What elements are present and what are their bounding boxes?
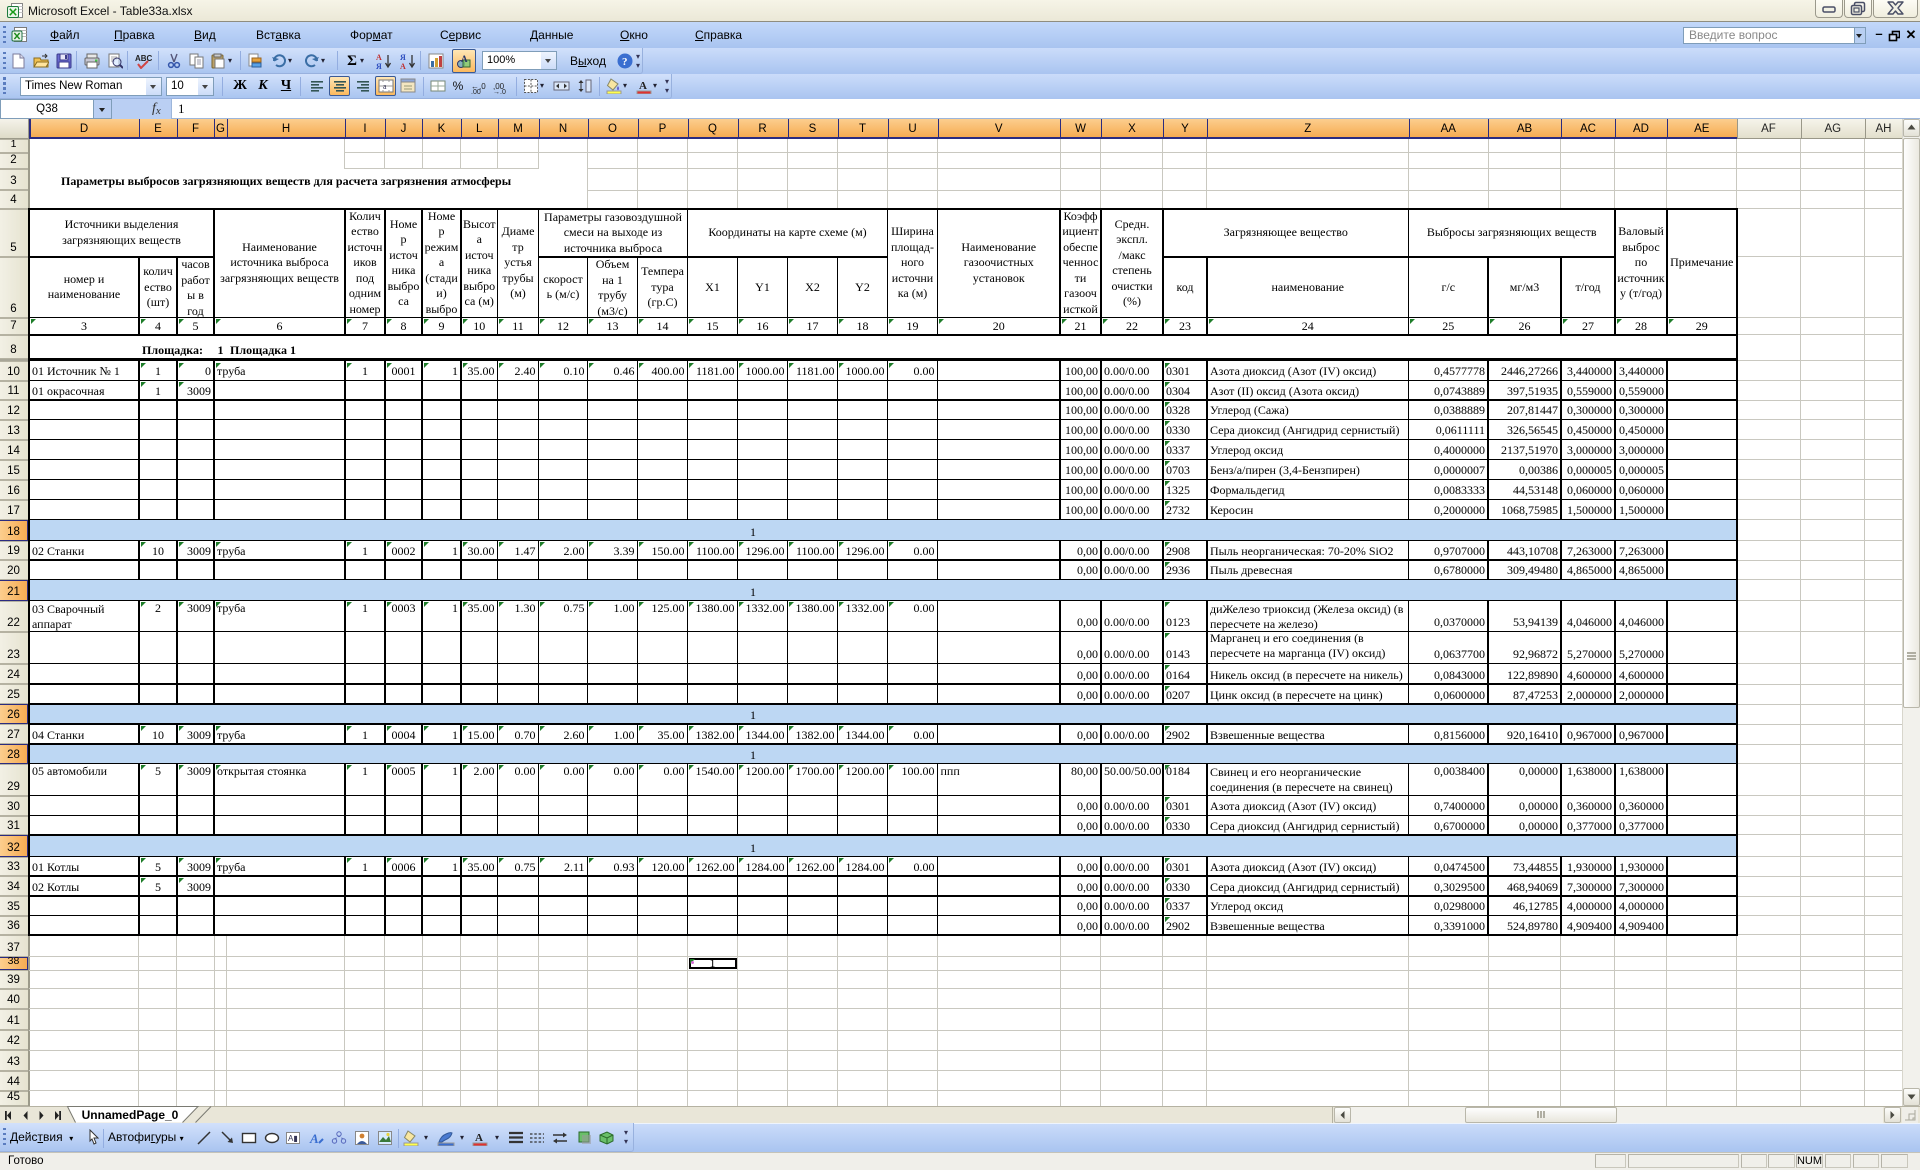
svg-text:ABC: ABC bbox=[135, 54, 152, 63]
svg-text:→,0: →,0 bbox=[493, 89, 506, 94]
svg-text:?: ? bbox=[622, 56, 628, 68]
svg-text:A: A bbox=[475, 1132, 483, 1144]
svg-text:A▮: A▮ bbox=[288, 1134, 298, 1143]
svg-text:A: A bbox=[639, 80, 647, 92]
svg-text:,00: ,00 bbox=[471, 89, 481, 94]
svg-text:A: A bbox=[309, 1131, 319, 1146]
svg-text:Я: Я bbox=[400, 53, 406, 62]
svg-text:a: a bbox=[383, 82, 387, 91]
svg-text:А: А bbox=[376, 53, 382, 62]
svg-text:А: А bbox=[400, 62, 406, 69]
svg-text:Я: Я bbox=[376, 62, 382, 69]
svg-text:A: A bbox=[461, 54, 468, 64]
